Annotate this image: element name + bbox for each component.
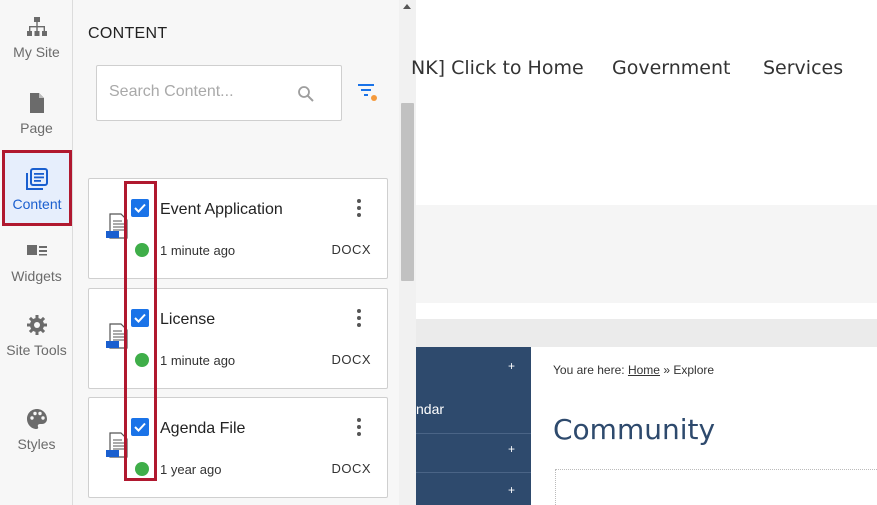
content-panel: CONTENT Search Content... Event Applicat… (73, 0, 416, 505)
filter-icon[interactable] (357, 81, 379, 103)
docx-file-icon (106, 323, 128, 349)
rail-item-styles[interactable]: Styles (0, 408, 73, 454)
search-icon[interactable] (297, 85, 315, 103)
secondary-band (416, 319, 877, 347)
check-icon (134, 422, 146, 432)
content-item[interactable]: Agenda File 1 year ago DOCX (88, 397, 388, 498)
breadcrumb-current: Explore (673, 363, 715, 377)
search-box (96, 65, 342, 121)
scrollbar-thumb[interactable] (401, 103, 414, 281)
expand-plus-icon[interactable]: + (508, 483, 515, 497)
left-rail: My Site Page Content Widgets Site Tools … (0, 0, 73, 505)
widgets-icon (26, 245, 47, 256)
page-heading: Community (553, 413, 716, 446)
more-options-icon[interactable] (351, 307, 367, 329)
docx-file-icon (106, 432, 128, 458)
content-icon (26, 168, 48, 190)
menu-divider (416, 472, 531, 473)
nav-link-services[interactable]: Services (763, 57, 843, 79)
rail-label-site-tools: Site Tools (6, 342, 67, 358)
scroll-up-arrow-icon[interactable] (403, 4, 411, 9)
rail-item-content[interactable]: Content (2, 150, 72, 226)
item-time: 1 minute ago (160, 243, 236, 258)
item-type: DOCX (331, 242, 371, 257)
more-options-icon[interactable] (351, 197, 367, 219)
side-menu: + ndar + + (416, 347, 531, 505)
cms-editor: My Site Page Content Widgets Site Tools … (0, 0, 877, 505)
panel-title: CONTENT (88, 25, 168, 42)
item-time: 1 minute ago (160, 353, 236, 368)
gear-icon (26, 315, 47, 335)
menu-divider (416, 433, 531, 434)
nav-link-government[interactable]: Government (612, 57, 731, 79)
rail-label-content: Content (12, 196, 62, 212)
breadcrumb: You are here: Home » Explore (553, 363, 714, 377)
item-title: License (160, 311, 216, 328)
sitemap-icon (26, 17, 47, 36)
status-dot (135, 353, 149, 367)
hero-band (416, 205, 877, 303)
search-input[interactable] (109, 83, 289, 101)
side-menu-item[interactable]: ndar (416, 401, 444, 417)
breadcrumb-home-link[interactable]: Home (628, 363, 660, 377)
rail-item-page[interactable]: Page (0, 92, 73, 138)
more-options-icon[interactable] (351, 416, 367, 438)
check-icon (134, 313, 146, 323)
rail-item-widgets[interactable]: Widgets (0, 240, 73, 286)
breadcrumb-separator: » (663, 363, 671, 377)
content-placeholder-box (555, 469, 877, 505)
item-checkbox[interactable] (131, 199, 149, 217)
status-dot (135, 243, 149, 257)
rail-label-widgets: Widgets (11, 268, 62, 284)
item-type: DOCX (331, 461, 371, 476)
docx-file-icon (106, 213, 128, 239)
rail-label-my-site: My Site (13, 44, 60, 60)
palette-icon (26, 409, 47, 429)
item-time: 1 year ago (160, 462, 222, 477)
item-title: Event Application (160, 201, 283, 218)
rail-label-styles: Styles (17, 436, 56, 452)
rail-item-site-tools[interactable]: Site Tools (0, 314, 73, 360)
item-title: Agenda File (160, 420, 246, 437)
breadcrumb-prefix: You are here: (553, 363, 625, 377)
rail-label-page: Page (20, 120, 53, 136)
expand-plus-icon[interactable]: + (508, 442, 515, 456)
site-preview: NK] Click to Home Government Services + … (411, 0, 877, 505)
nav-link-home[interactable]: NK] Click to Home (411, 57, 584, 79)
content-item[interactable]: Event Application 1 minute ago DOCX (88, 178, 388, 279)
check-icon (134, 203, 146, 213)
content-item[interactable]: License 1 minute ago DOCX (88, 288, 388, 389)
item-type: DOCX (331, 352, 371, 367)
page-icon (29, 93, 44, 113)
status-dot (135, 462, 149, 476)
item-checkbox[interactable] (131, 418, 149, 436)
rail-item-my-site[interactable]: My Site (0, 16, 73, 62)
item-checkbox[interactable] (131, 309, 149, 327)
expand-plus-icon[interactable]: + (508, 359, 515, 373)
